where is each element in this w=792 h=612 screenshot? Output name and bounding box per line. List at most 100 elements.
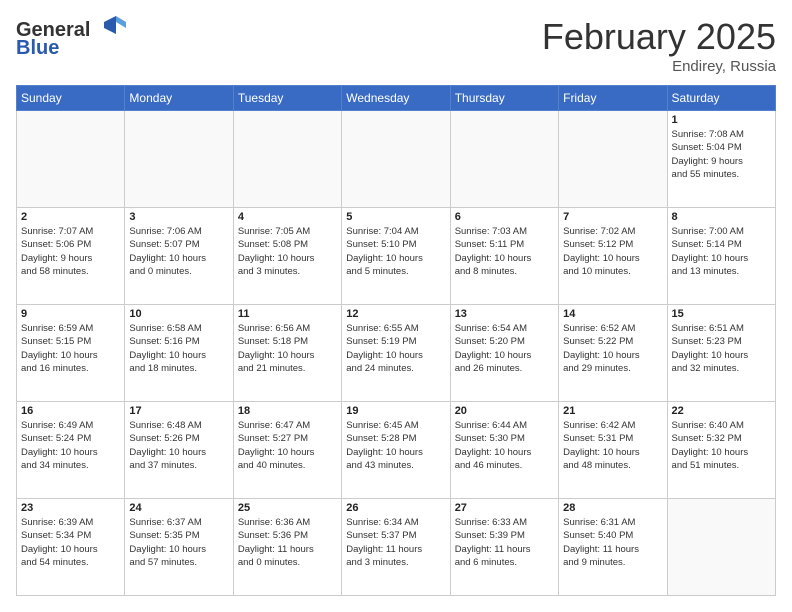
day-details: Sunrise: 7:00 AM Sunset: 5:14 PM Dayligh…: [672, 225, 771, 278]
day-number: 24: [129, 502, 228, 514]
day-details: Sunrise: 7:04 AM Sunset: 5:10 PM Dayligh…: [346, 225, 445, 278]
day-number: 4: [238, 211, 337, 223]
table-row: [17, 111, 125, 208]
title-area: February 2025 Endirey, Russia: [542, 16, 776, 75]
day-number: 17: [129, 405, 228, 417]
table-row: 9 Sunrise: 6:59 AM Sunset: 5:15 PM Daylig…: [17, 305, 125, 402]
calendar-week-3: 16Sunrise: 6:49 AM Sunset: 5:24 PM Dayli…: [17, 402, 776, 499]
table-row: [559, 111, 667, 208]
calendar-week-4: 23 Sunrise: 6:39 AM Sunset: 5:34 PM Dayli…: [17, 499, 776, 596]
table-row: 4 Sunrise: 7:05 AM Sunset: 5:08 PM Daylig…: [233, 208, 341, 305]
day-number: 5: [346, 211, 445, 223]
day-number: 18: [238, 405, 337, 417]
table-row: 17 Sunrise: 6:48 AM Sunset: 5:26 PM Dayli…: [125, 402, 233, 499]
day-details: Sunrise: 6:36 AM Sunset: 5:36 PM Dayligh…: [238, 516, 337, 569]
day-number: 15: [672, 308, 771, 320]
table-row: 10Sunrise: 6:58 AM Sunset: 5:16 PM Dayli…: [125, 305, 233, 402]
day-number: 3: [129, 211, 228, 223]
page: General Blue February 2025 Endirey, Russ…: [0, 0, 792, 612]
col-saturday: Saturday: [667, 86, 775, 111]
day-number: 11: [238, 308, 337, 320]
table-row: 8Sunrise: 7:00 AM Sunset: 5:14 PM Daylig…: [667, 208, 775, 305]
day-number: 26: [346, 502, 445, 514]
table-row: 28 Sunrise: 6:31 AM Sunset: 5:40 PM Dayli…: [559, 499, 667, 596]
table-row: 24Sunrise: 6:37 AM Sunset: 5:35 PM Dayli…: [125, 499, 233, 596]
col-monday: Monday: [125, 86, 233, 111]
table-row: [233, 111, 341, 208]
day-details: Sunrise: 7:06 AM Sunset: 5:07 PM Dayligh…: [129, 225, 228, 278]
day-number: 23: [21, 502, 120, 514]
table-row: 26 Sunrise: 6:34 AM Sunset: 5:37 PM Dayli…: [342, 499, 450, 596]
calendar-table: Sunday Monday Tuesday Wednesday Thursday…: [16, 85, 776, 596]
day-number: 9: [21, 308, 120, 320]
calendar-week-0: 1 Sunrise: 7:08 AM Sunset: 5:04 PM Daylig…: [17, 111, 776, 208]
day-number: 27: [455, 502, 554, 514]
table-row: 7 Sunrise: 7:02 AM Sunset: 5:12 PM Daylig…: [559, 208, 667, 305]
day-details: Sunrise: 6:52 AM Sunset: 5:22 PM Dayligh…: [563, 322, 662, 375]
day-number: 25: [238, 502, 337, 514]
logo: General Blue: [16, 16, 126, 64]
day-details: Sunrise: 7:08 AM Sunset: 5:04 PM Dayligh…: [672, 128, 771, 181]
day-details: Sunrise: 6:56 AM Sunset: 5:18 PM Dayligh…: [238, 322, 337, 375]
day-number: 6: [455, 211, 554, 223]
calendar-header-row: Sunday Monday Tuesday Wednesday Thursday…: [17, 86, 776, 111]
day-details: Sunrise: 6:51 AM Sunset: 5:23 PM Dayligh…: [672, 322, 771, 375]
day-details: Sunrise: 6:54 AM Sunset: 5:20 PM Dayligh…: [455, 322, 554, 375]
day-details: Sunrise: 6:39 AM Sunset: 5:34 PM Dayligh…: [21, 516, 120, 569]
table-row: 6 Sunrise: 7:03 AM Sunset: 5:11 PM Daylig…: [450, 208, 558, 305]
table-row: [342, 111, 450, 208]
day-number: 7: [563, 211, 662, 223]
day-number: 1: [672, 114, 771, 126]
day-number: 14: [563, 308, 662, 320]
day-number: 2: [21, 211, 120, 223]
day-number: 19: [346, 405, 445, 417]
day-details: Sunrise: 7:05 AM Sunset: 5:08 PM Dayligh…: [238, 225, 337, 278]
table-row: 21 Sunrise: 6:42 AM Sunset: 5:31 PM Dayli…: [559, 402, 667, 499]
day-details: Sunrise: 6:31 AM Sunset: 5:40 PM Dayligh…: [563, 516, 662, 569]
table-row: 22Sunrise: 6:40 AM Sunset: 5:32 PM Dayli…: [667, 402, 775, 499]
day-details: Sunrise: 6:33 AM Sunset: 5:39 PM Dayligh…: [455, 516, 554, 569]
table-row: 15 Sunrise: 6:51 AM Sunset: 5:23 PM Dayli…: [667, 305, 775, 402]
day-number: 21: [563, 405, 662, 417]
day-details: Sunrise: 6:58 AM Sunset: 5:16 PM Dayligh…: [129, 322, 228, 375]
table-row: 1 Sunrise: 7:08 AM Sunset: 5:04 PM Daylig…: [667, 111, 775, 208]
table-row: 23 Sunrise: 6:39 AM Sunset: 5:34 PM Dayli…: [17, 499, 125, 596]
table-row: [450, 111, 558, 208]
day-details: Sunrise: 6:42 AM Sunset: 5:31 PM Dayligh…: [563, 419, 662, 472]
table-row: 25 Sunrise: 6:36 AM Sunset: 5:36 PM Dayli…: [233, 499, 341, 596]
table-row: [125, 111, 233, 208]
table-row: 19 Sunrise: 6:45 AM Sunset: 5:28 PM Dayli…: [342, 402, 450, 499]
day-details: Sunrise: 6:55 AM Sunset: 5:19 PM Dayligh…: [346, 322, 445, 375]
location: Endirey, Russia: [542, 58, 776, 75]
day-number: 12: [346, 308, 445, 320]
calendar-week-1: 2 Sunrise: 7:07 AM Sunset: 5:06 PM Daylig…: [17, 208, 776, 305]
day-number: 28: [563, 502, 662, 514]
col-tuesday: Tuesday: [233, 86, 341, 111]
day-details: Sunrise: 6:44 AM Sunset: 5:30 PM Dayligh…: [455, 419, 554, 472]
col-sunday: Sunday: [17, 86, 125, 111]
day-details: Sunrise: 7:07 AM Sunset: 5:06 PM Dayligh…: [21, 225, 120, 278]
day-details: Sunrise: 6:47 AM Sunset: 5:27 PM Dayligh…: [238, 419, 337, 472]
table-row: 13 Sunrise: 6:54 AM Sunset: 5:20 PM Dayli…: [450, 305, 558, 402]
day-details: Sunrise: 6:40 AM Sunset: 5:32 PM Dayligh…: [672, 419, 771, 472]
month-title: February 2025: [542, 16, 776, 58]
day-details: Sunrise: 7:03 AM Sunset: 5:11 PM Dayligh…: [455, 225, 554, 278]
table-row: 12 Sunrise: 6:55 AM Sunset: 5:19 PM Dayli…: [342, 305, 450, 402]
calendar-week-2: 9 Sunrise: 6:59 AM Sunset: 5:15 PM Daylig…: [17, 305, 776, 402]
table-row: 27 Sunrise: 6:33 AM Sunset: 5:39 PM Dayli…: [450, 499, 558, 596]
day-details: Sunrise: 6:34 AM Sunset: 5:37 PM Dayligh…: [346, 516, 445, 569]
col-thursday: Thursday: [450, 86, 558, 111]
day-details: Sunrise: 6:59 AM Sunset: 5:15 PM Dayligh…: [21, 322, 120, 375]
col-friday: Friday: [559, 86, 667, 111]
day-details: Sunrise: 7:02 AM Sunset: 5:12 PM Dayligh…: [563, 225, 662, 278]
day-details: Sunrise: 6:48 AM Sunset: 5:26 PM Dayligh…: [129, 419, 228, 472]
table-row: 2 Sunrise: 7:07 AM Sunset: 5:06 PM Daylig…: [17, 208, 125, 305]
col-wednesday: Wednesday: [342, 86, 450, 111]
header: General Blue February 2025 Endirey, Russ…: [16, 16, 776, 75]
table-row: 18 Sunrise: 6:47 AM Sunset: 5:27 PM Dayli…: [233, 402, 341, 499]
table-row: 14 Sunrise: 6:52 AM Sunset: 5:22 PM Dayli…: [559, 305, 667, 402]
day-number: 13: [455, 308, 554, 320]
day-details: Sunrise: 6:45 AM Sunset: 5:28 PM Dayligh…: [346, 419, 445, 472]
table-row: [667, 499, 775, 596]
table-row: 11 Sunrise: 6:56 AM Sunset: 5:18 PM Dayli…: [233, 305, 341, 402]
